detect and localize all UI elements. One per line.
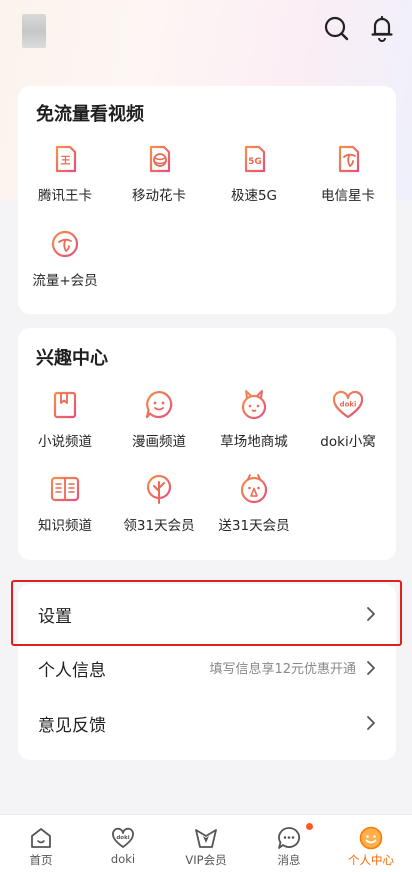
grid-item-5g[interactable]: 5G 极速5G (207, 142, 301, 204)
tab-label: doki (110, 852, 136, 866)
data-free-card: 免流量看视频 王 腾讯王卡 移动花卡 5G 极速5G 电信星卡 流量+会员 (18, 86, 396, 314)
grid-item-label: 领31天会员 (123, 518, 195, 534)
grid-item-label: 知识频道 (38, 518, 92, 534)
tab-label: 个人中心 (348, 853, 394, 867)
interest-center-card: 兴趣中心 小说频道 漫画频道 草场地商城 doki doki小窝 知识频道 领3… (18, 328, 396, 560)
grid-item-data-plus-vip[interactable]: 流量+会员 (18, 227, 112, 289)
grid-item-get-31-days-vip[interactable]: 领31天会员 (112, 472, 206, 534)
tab-doki[interactable]: doki doki (82, 815, 164, 872)
personal-info-row[interactable]: 个人信息 填写信息享12元优惠开通 (18, 640, 396, 696)
home-icon (31, 828, 51, 848)
grid-item-label: 送31天会员 (218, 518, 290, 534)
bottom-tab-bar: 首页 doki doki VIP会员 消息 个人中心 (0, 814, 412, 872)
tab-vip[interactable]: VIP会员 (165, 815, 247, 872)
search-icon[interactable] (322, 14, 350, 42)
row-title: 设置 (38, 607, 72, 627)
profile-face-icon (359, 826, 383, 850)
tab-home[interactable]: 首页 (0, 815, 82, 872)
grid-item-label: 漫画频道 (132, 434, 186, 450)
tab-messages[interactable]: 消息 (248, 815, 330, 872)
section-title: 兴趣中心 (36, 348, 108, 369)
open-book-icon (50, 476, 80, 502)
chevron-right-icon (367, 661, 375, 675)
sim-card-telecom-icon (338, 145, 360, 173)
tab-label: 首页 (29, 853, 53, 867)
doki-heart-icon: doki (332, 390, 364, 419)
section-title: 免流量看视频 (36, 104, 144, 125)
settings-row[interactable]: 设置 (18, 586, 396, 642)
doki-tab-icon: doki (112, 827, 134, 848)
grid-item-send-31-days-vip[interactable]: 送31天会员 (207, 472, 301, 534)
tab-label: 消息 (277, 853, 301, 867)
row-title: 个人信息 (38, 661, 106, 681)
tree-icon (146, 474, 172, 504)
grid-item-comic[interactable]: 漫画频道 (112, 388, 206, 450)
rabbit-icon (241, 390, 267, 420)
message-icon (278, 827, 301, 849)
chevron-right-icon (367, 607, 375, 621)
grid-item-mobile-huaka[interactable]: 移动花卡 (112, 142, 206, 204)
tab-label: VIP会员 (185, 853, 227, 867)
svg-text:doki: doki (116, 835, 129, 841)
svg-text:王: 王 (61, 155, 71, 167)
grid-item-label: 草场地商城 (220, 434, 288, 450)
telecom-circle-icon (51, 230, 79, 258)
grid-item-doki-nest[interactable]: doki doki小窝 (301, 388, 395, 450)
unread-badge (306, 823, 313, 830)
book-icon (53, 391, 77, 419)
sim-card-wang-icon: 王 (55, 145, 77, 173)
grid-item-novel[interactable]: 小说频道 (18, 388, 112, 450)
feedback-row[interactable]: 意见反馈 (18, 695, 396, 751)
chat-face-icon (145, 390, 173, 419)
vip-bowtie-icon (195, 829, 217, 848)
grid-item-label: 电信星卡 (321, 188, 375, 204)
grid-item-label: 移动花卡 (132, 188, 186, 204)
svg-text:5G: 5G (248, 157, 262, 167)
grid-item-telecom-xingka[interactable]: 电信星卡 (301, 142, 395, 204)
svg-text:doki: doki (340, 401, 357, 409)
grid-item-label: 流量+会员 (32, 273, 98, 289)
gift-face-icon (240, 474, 268, 504)
bell-icon[interactable] (368, 14, 396, 42)
chevron-right-icon (367, 716, 375, 730)
row-title: 意见反馈 (38, 716, 106, 736)
tab-profile[interactable]: 个人中心 (330, 815, 412, 872)
grid-item-caochangdi-mall[interactable]: 草场地商城 (207, 388, 301, 450)
grid-item-label: 腾讯王卡 (38, 188, 92, 204)
row-subtitle: 填写信息享12元优惠开通 (209, 662, 356, 677)
top-bar (0, 0, 412, 60)
grid-item-tencent-wangka[interactable]: 王 腾讯王卡 (18, 142, 112, 204)
grid-item-label: 小说频道 (38, 434, 92, 450)
grid-item-label: doki小窝 (320, 434, 376, 450)
sim-card-5g-icon: 5G (244, 145, 266, 173)
sim-card-flower-icon (149, 145, 171, 173)
grid-item-knowledge[interactable]: 知识频道 (18, 472, 112, 534)
grid-item-label: 极速5G (230, 188, 278, 204)
avatar[interactable] (22, 14, 46, 48)
